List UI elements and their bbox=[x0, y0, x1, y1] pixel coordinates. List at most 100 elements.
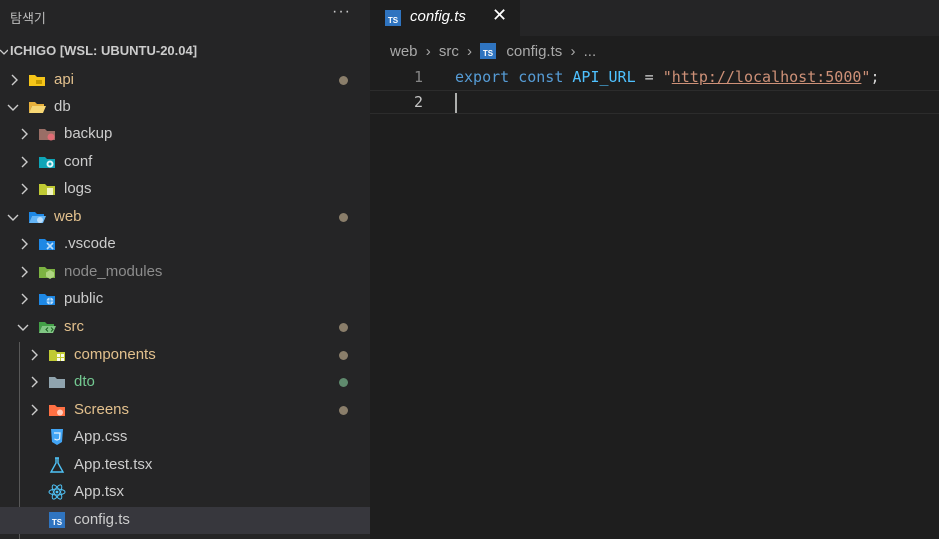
tree-item-label: components bbox=[74, 346, 156, 363]
screens-folder-icon bbox=[49, 405, 65, 416]
chevron-right-icon bbox=[21, 128, 28, 140]
tree-item-label: web bbox=[54, 208, 82, 225]
tree-item-db[interactable]: db bbox=[0, 94, 370, 121]
string-quote: " bbox=[662, 68, 672, 86]
tree-item-components[interactable]: components bbox=[0, 342, 370, 369]
chevron-down-icon bbox=[7, 214, 19, 221]
tree-item-conf[interactable]: conf bbox=[0, 149, 370, 176]
tree-item-backup[interactable]: backup bbox=[0, 121, 370, 148]
operator: = bbox=[644, 68, 654, 86]
constant-name: API_URL bbox=[572, 68, 636, 86]
url-link[interactable]: http://localhost:5000 bbox=[672, 68, 862, 86]
keyword-const: const bbox=[518, 68, 564, 86]
tree-item-label: api bbox=[54, 71, 75, 88]
tree-item-app-test-tsx[interactable]: App.test.tsx bbox=[0, 452, 370, 479]
tree-item-label: public bbox=[64, 290, 104, 307]
modified-indicator bbox=[339, 76, 348, 85]
chevron-right-icon bbox=[21, 293, 28, 305]
explorer-sidebar: 탐색기 ··· ICHIGO [WSL: UBUNTU-20.04] api d… bbox=[0, 0, 370, 539]
text-cursor bbox=[455, 93, 457, 113]
db-folder-open-icon bbox=[29, 102, 46, 113]
tree-item-api[interactable]: api bbox=[0, 67, 370, 94]
components-folder-icon bbox=[49, 350, 65, 361]
keyword-export: export bbox=[455, 68, 510, 86]
tab-label: config.ts bbox=[410, 8, 466, 25]
chevron-right-icon bbox=[21, 183, 28, 195]
tree-item-label: Screens bbox=[74, 401, 130, 418]
modified-indicator bbox=[339, 351, 348, 360]
tree-item-app-tsx[interactable]: App.tsx bbox=[0, 479, 370, 506]
modified-indicator bbox=[339, 406, 348, 415]
tree-item-label: backup bbox=[64, 125, 113, 142]
modified-indicator bbox=[339, 213, 348, 222]
tree-item-web[interactable]: web bbox=[0, 204, 370, 231]
more-actions-button[interactable]: ··· bbox=[332, 3, 351, 21]
semicolon: ; bbox=[870, 68, 880, 86]
tree-item-label: logs bbox=[64, 180, 92, 197]
tree-item-label: App.tsx bbox=[74, 483, 125, 500]
tree-item-dto[interactable]: dto bbox=[0, 369, 370, 396]
explorer-title: 탐색기 bbox=[10, 11, 46, 26]
workspace-title: ICHIGO [WSL: UBUNTU-20.04] bbox=[10, 43, 198, 58]
chevron-right-icon bbox=[31, 404, 38, 416]
tree-item-config-ts[interactable]: TS config.ts bbox=[0, 507, 370, 534]
code-line-2[interactable]: 2 bbox=[370, 90, 939, 114]
chevron-down-icon bbox=[7, 104, 19, 111]
tree-item-app-css[interactable]: App.css bbox=[0, 424, 370, 451]
chevron-right-icon bbox=[11, 74, 18, 86]
chevron-right-icon bbox=[31, 349, 38, 361]
chevron-right-icon bbox=[21, 266, 28, 278]
tab-config-ts[interactable]: TS config.ts ✕ bbox=[370, 0, 520, 36]
tree-item-logs[interactable]: logs bbox=[0, 176, 370, 203]
dto-folder-icon bbox=[49, 377, 65, 388]
vscode-folder-icon bbox=[39, 239, 55, 250]
chevron-right-icon bbox=[21, 238, 28, 250]
tree-item-label: App.test.tsx bbox=[74, 456, 153, 473]
tree-item-label: src bbox=[64, 318, 84, 335]
svg-text:TS: TS bbox=[52, 518, 63, 527]
chevron-right-icon: › bbox=[425, 42, 431, 60]
logs-folder-icon bbox=[39, 184, 55, 195]
chevron-right-icon bbox=[21, 156, 28, 168]
css-file-icon bbox=[51, 429, 63, 445]
api-folder-icon bbox=[29, 75, 45, 86]
tree-item-screens[interactable]: Screens bbox=[0, 397, 370, 424]
line-number: 2 bbox=[413, 93, 423, 111]
svg-text:TS: TS bbox=[483, 49, 494, 58]
node-modules-folder-icon bbox=[39, 267, 55, 279]
tree-item-src[interactable]: src bbox=[0, 314, 370, 341]
tree-item-public[interactable]: public bbox=[0, 286, 370, 313]
tree-item-node-modules[interactable]: node_modules bbox=[0, 259, 370, 286]
breadcrumb-item-more[interactable]: ... bbox=[584, 43, 597, 60]
tree-item-label: node_modules bbox=[64, 263, 163, 280]
react-icon bbox=[48, 484, 66, 500]
code-content: export const API_URL = "http://localhost… bbox=[455, 68, 879, 86]
web-folder-open-icon bbox=[29, 212, 46, 223]
modified-indicator bbox=[339, 323, 348, 332]
typescript-icon: TS bbox=[49, 512, 65, 528]
public-folder-icon bbox=[39, 294, 55, 305]
tree-item-vscode[interactable]: .vscode bbox=[0, 231, 370, 258]
workspace-header[interactable]: ICHIGO [WSL: UBUNTU-20.04] bbox=[0, 41, 370, 63]
chevron-right-icon: › bbox=[467, 42, 473, 60]
tree-item-label: .vscode bbox=[64, 235, 116, 252]
backup-folder-icon bbox=[39, 129, 55, 141]
added-indicator bbox=[339, 378, 348, 387]
editor-area: TS config.ts ✕ web › src › TS config.ts … bbox=[370, 0, 939, 539]
conf-folder-icon bbox=[39, 157, 55, 168]
chevron-down-icon bbox=[0, 49, 8, 55]
svg-text:TS: TS bbox=[388, 16, 399, 25]
code-line-1[interactable]: 1 export const API_URL = "http://localho… bbox=[370, 66, 939, 90]
breadcrumb-item-config-ts[interactable]: config.ts bbox=[506, 43, 562, 60]
breadcrumb: web › src › TS config.ts › ... bbox=[390, 42, 596, 64]
tree-item-label: config.ts bbox=[74, 511, 130, 528]
tree-item-label: App.css bbox=[74, 428, 128, 445]
close-icon[interactable]: ✕ bbox=[492, 5, 507, 26]
test-flask-icon bbox=[49, 457, 65, 473]
line-number: 1 bbox=[413, 68, 423, 86]
breadcrumb-item-web[interactable]: web bbox=[390, 43, 418, 60]
breadcrumb-item-src[interactable]: src bbox=[439, 43, 459, 60]
chevron-right-icon: › bbox=[570, 42, 576, 60]
tree-item-label: conf bbox=[64, 153, 93, 170]
src-folder-open-icon bbox=[39, 322, 56, 333]
